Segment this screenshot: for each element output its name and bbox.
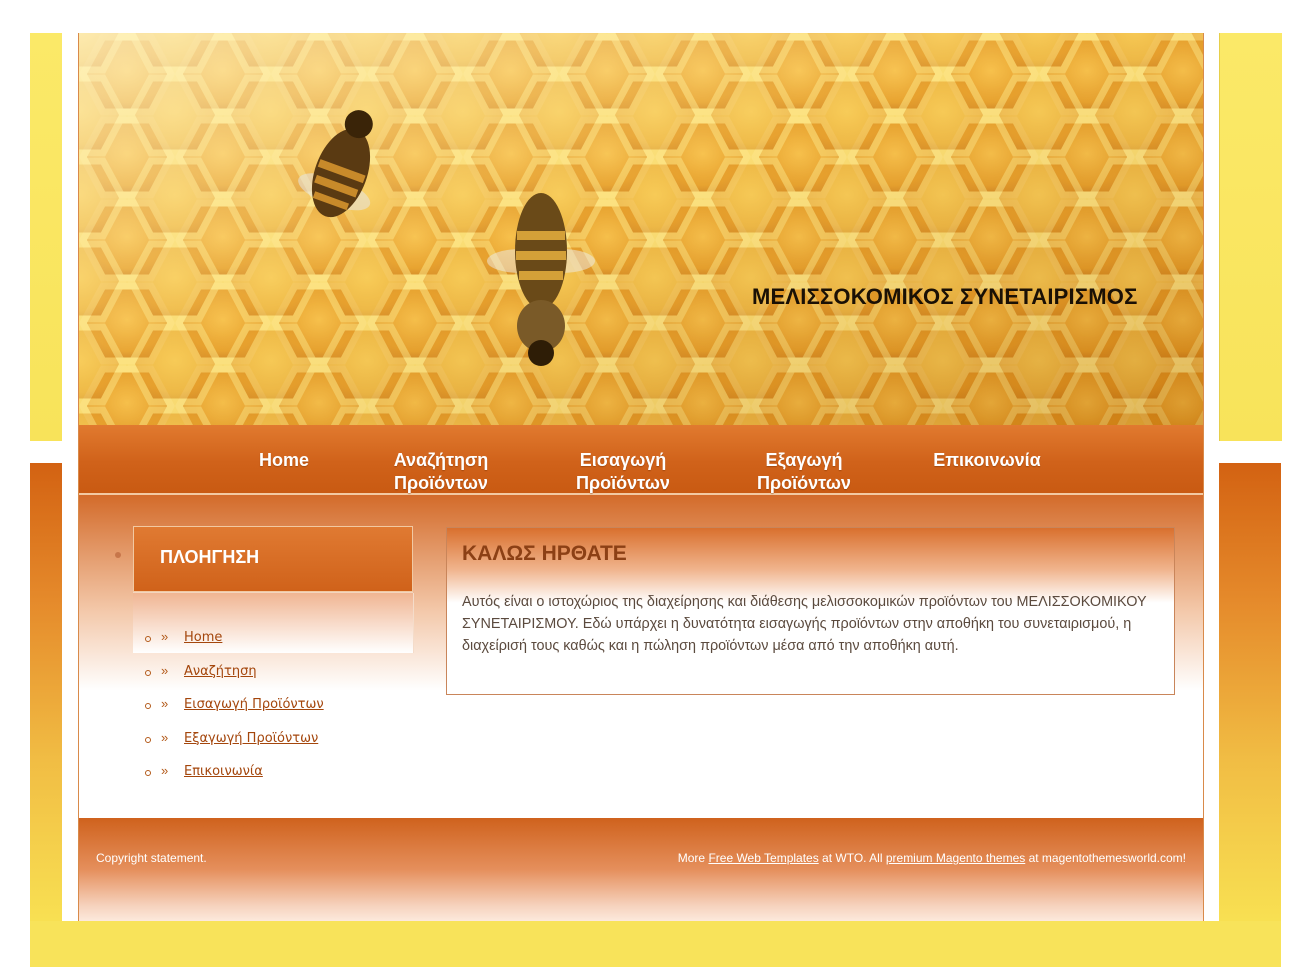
welcome-title: ΚΑΛΩΣ ΗΡΘΑΤΕ	[462, 542, 627, 565]
nav-item-label: Προϊόντων	[757, 473, 851, 493]
sidebar-title: ΠΛΟΗΓΗΣΗ	[160, 547, 260, 567]
sidebar-header: ΠΛΟΗΓΗΣΗ	[133, 526, 413, 592]
sidebar-item-home: » Home	[143, 629, 423, 663]
circle-bullet-icon	[145, 770, 151, 776]
header-banner: ΜΕΛΙΣΣΟΚΟΜΙΚΟΣ ΣΥΝΕΤΑΙΡΙΣΜΟΣ	[79, 33, 1203, 425]
circle-bullet-icon	[145, 736, 151, 743]
welcome-text: Αυτός είναι ο ιστοχώριος της διαχείρησης…	[462, 594, 1147, 654]
nav-item-label: Προϊόντων	[576, 473, 670, 493]
sidebar-link-home[interactable]: Home	[184, 630, 222, 645]
double-chevron-icon: »	[161, 729, 169, 745]
double-chevron-icon: »	[161, 763, 169, 778]
frame-left-top	[30, 33, 63, 441]
magento-themes-link[interactable]: premium Magento themes	[886, 851, 1025, 865]
nav-item-label: Προϊόντων	[394, 473, 488, 493]
frame-bottom	[30, 921, 1281, 967]
nav-item-label: Εισαγωγή	[579, 450, 667, 470]
sidebar-bullet-icon	[115, 552, 121, 558]
footer-text: at magentothemesworld.com!	[1025, 851, 1186, 865]
nav-item-label: Εξαγωγή	[765, 450, 843, 470]
free-web-templates-link[interactable]: Free Web Templates	[708, 851, 818, 865]
footer-text: More	[677, 851, 709, 865]
site-title: ΜΕΛΙΣΣΟΚΟΜΙΚΟΣ ΣΥΝΕΤΑΙΡΙΣΜΟΣ	[752, 284, 1138, 309]
footer-credits: More Free Web Templates at WTO. All prem…	[678, 851, 1186, 865]
nav-item-export-products[interactable]: Εξαγωγή Προϊόντων	[742, 449, 866, 495]
nav-item-search-products[interactable]: Αναζήτηση Προϊόντων	[379, 449, 503, 495]
sidebar-nav-list: » Home » Αναζήτηση » Εισαγωγή Προϊόντων …	[143, 629, 423, 797]
main-inner: ΜΕΛΙΣΣΟΚΟΜΙΚΟΣ ΣΥΝΕΤΑΙΡΙΣΜΟΣ Home Αναζήτ…	[78, 33, 1204, 921]
footer-text: at WTO. All	[818, 851, 886, 865]
sidebar-link-contact[interactable]: Επικοινωνία	[184, 764, 263, 779]
frame-left-bottom	[30, 463, 62, 921]
sidebar-item-contact: » Επικοινωνία	[143, 763, 423, 797]
page: ΜΕΛΙΣΣΟΚΟΜΙΚΟΣ ΣΥΝΕΤΑΙΡΙΣΜΟΣ Home Αναζήτ…	[0, 0, 1291, 977]
sidebar-link-import-products[interactable]: Εισαγωγή Προϊόντων	[184, 697, 324, 712]
circle-bullet-icon	[145, 703, 151, 709]
frame-right-top	[1219, 33, 1282, 441]
footer: Copyright statement. More Free Web Templ…	[79, 818, 1203, 921]
sidebar-item-import: » Εισαγωγή Προϊόντων	[143, 696, 423, 730]
frame-right-bottom	[1219, 463, 1281, 921]
main-nav: Home Αναζήτηση Προϊόντων Εισαγωγή Προϊόν…	[79, 425, 1203, 495]
double-chevron-icon: »	[161, 662, 169, 678]
sidebar-link-search[interactable]: Αναζήτηση	[184, 664, 257, 679]
sidebar-item-search: » Αναζήτηση	[143, 663, 423, 697]
double-chevron-icon: »	[161, 629, 169, 644]
nav-item-label: Αναζήτηση	[393, 450, 489, 470]
nav-item-label: Home	[258, 450, 309, 470]
nav-item-home[interactable]: Home	[229, 449, 339, 472]
circle-bullet-icon	[145, 636, 151, 642]
sidebar-item-export: » Εξαγωγή Προϊόντων	[143, 730, 423, 764]
sidebar-link-export-products[interactable]: Εξαγωγή Προϊόντων	[184, 731, 318, 746]
double-chevron-icon: »	[161, 696, 169, 711]
nav-item-import-products[interactable]: Εισαγωγή Προϊόντων	[561, 449, 685, 495]
honeycomb-image	[79, 33, 1203, 425]
welcome-box: ΚΑΛΩΣ ΗΡΘΑΤΕ Αυτός είναι ο ιστοχώριος τη…	[446, 527, 1175, 695]
nav-item-contact[interactable]: Επικοινωνία	[922, 449, 1052, 472]
copyright-text: Copyright statement.	[96, 851, 207, 865]
main-column: ΜΕΛΙΣΣΟΚΟΜΙΚΟΣ ΣΥΝΕΤΑΙΡΙΣΜΟΣ Home Αναζήτ…	[62, 33, 1219, 921]
nav-item-label: Επικοινωνία	[933, 450, 1041, 470]
circle-bullet-icon	[145, 669, 151, 676]
